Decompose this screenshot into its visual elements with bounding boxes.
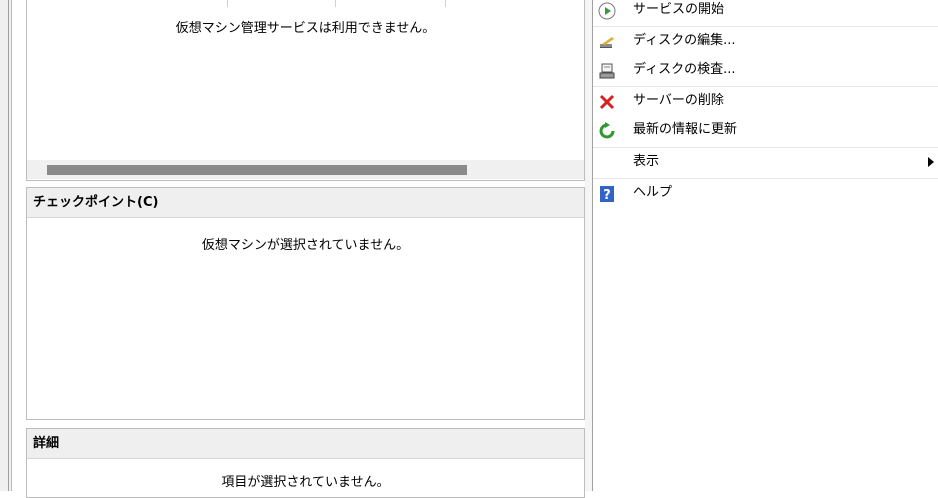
inspect-disk-icon — [598, 62, 616, 80]
vm-unavailable-message: 仮想マシン管理サービスは利用できません。 — [175, 21, 436, 36]
submenu-arrow-icon — [928, 157, 934, 167]
play-icon — [598, 2, 616, 20]
action-label: 最新の情報に更新 — [633, 122, 738, 137]
details-empty-message: 項目が選択されていません。 — [221, 475, 390, 490]
virtual-machines-pane: 仮想マシン管理サービスは利用できません。 — [26, 0, 585, 181]
column-separator — [227, 0, 228, 7]
horizontal-scrollbar[interactable] — [27, 160, 584, 179]
action-help[interactable]: ? ヘルプ — [593, 178, 938, 209]
details-pane: 詳細 項目が選択されていません。 — [26, 428, 585, 498]
action-refresh[interactable]: 最新の情報に更新 — [593, 116, 938, 146]
action-remove-server[interactable]: サーバーの削除 — [593, 86, 938, 117]
delete-icon — [598, 93, 616, 111]
left-window-border — [0, 0, 12, 491]
action-label: サービスの開始 — [633, 2, 725, 17]
action-edit-disk[interactable]: ディスクの編集... — [593, 26, 938, 57]
actions-panel: サービスの開始 ディスクの編集... ディスクの検査... サーバーの削除 最新… — [593, 0, 938, 491]
svg-text:?: ? — [603, 188, 611, 203]
checkpoint-header: チェックポイント(C) — [27, 188, 584, 218]
checkpoint-empty-message: 仮想マシンが選択されていません。 — [201, 238, 410, 253]
action-label: ディスクの編集... — [633, 33, 736, 48]
action-start-service[interactable]: サービスの開始 — [593, 0, 938, 26]
action-label: サーバーの削除 — [633, 93, 724, 108]
action-label: ディスクの検査... — [633, 62, 736, 77]
action-view[interactable]: 表示 — [593, 147, 938, 178]
details-header: 詳細 — [27, 429, 584, 459]
action-label: ヘルプ — [633, 185, 673, 200]
column-separator — [445, 0, 446, 7]
action-inspect-disk[interactable]: ディスクの検査... — [593, 56, 938, 86]
help-icon: ? — [598, 185, 616, 203]
column-separator — [335, 0, 336, 7]
checkpoint-pane: チェックポイント(C) 仮想マシンが選択されていません。 — [26, 187, 585, 420]
edit-disk-icon — [598, 33, 616, 51]
splitter[interactable] — [585, 0, 592, 491]
refresh-icon — [598, 122, 616, 140]
action-label: 表示 — [633, 154, 660, 169]
scrollbar-thumb[interactable] — [47, 165, 467, 175]
